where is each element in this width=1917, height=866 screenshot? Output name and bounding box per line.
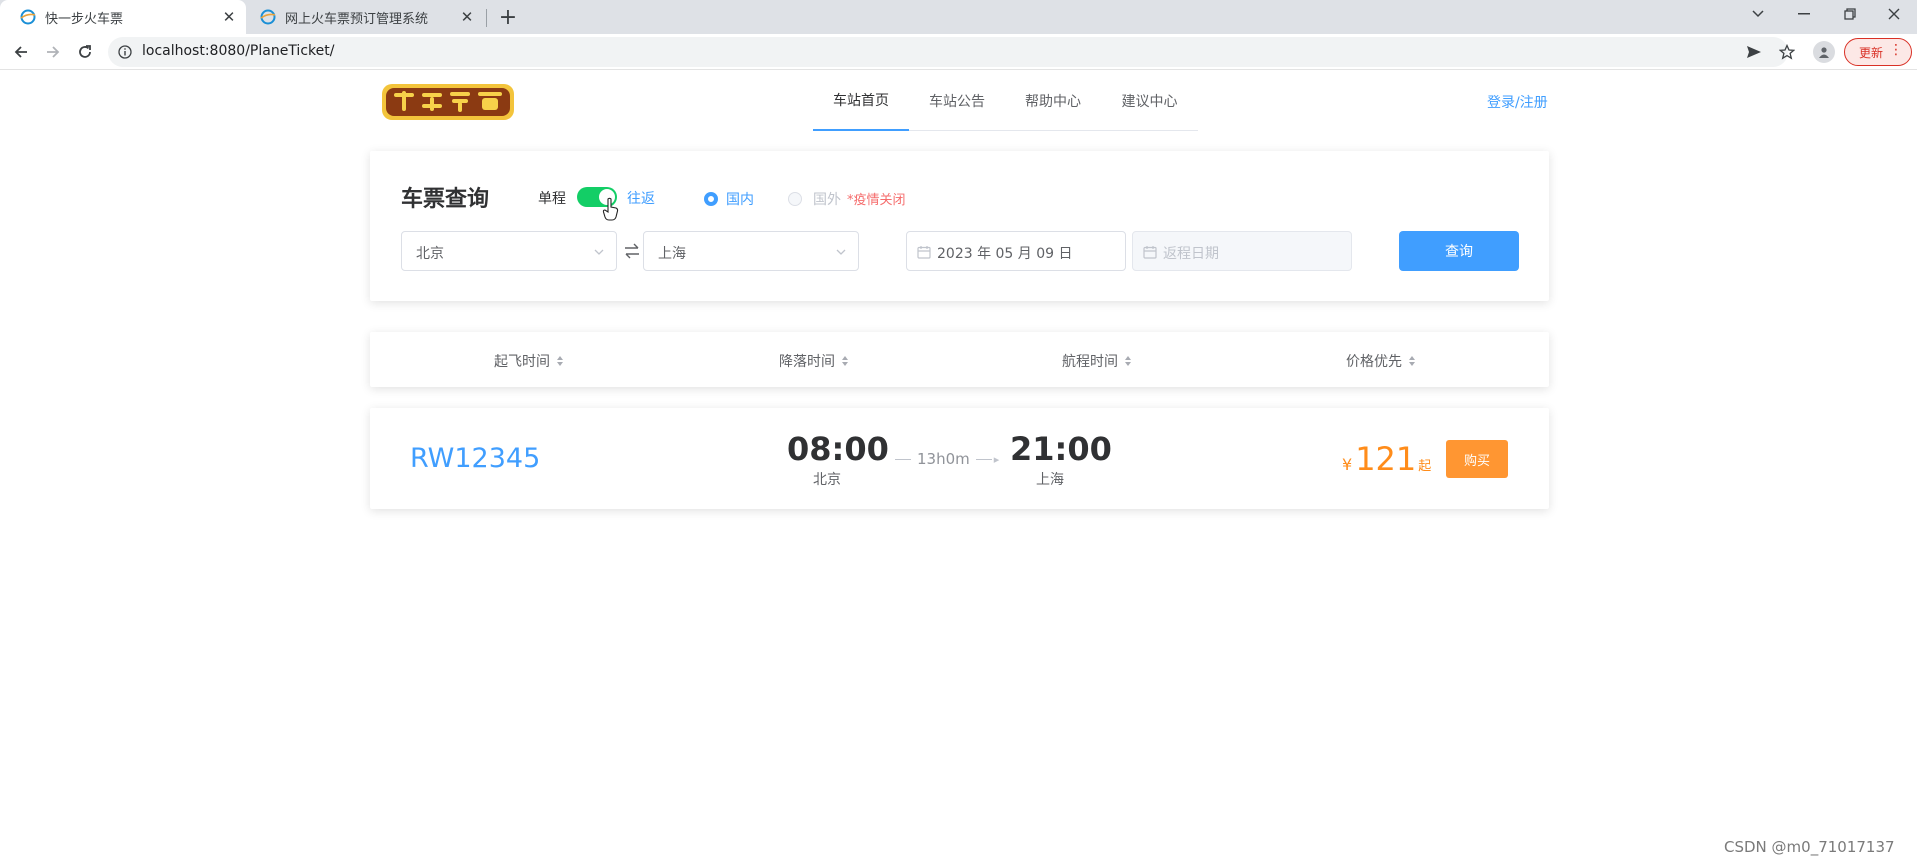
- csdn-watermark: CSDN @m0_71017137: [1724, 838, 1895, 856]
- browser-update-button[interactable]: 更新 ⋮: [1844, 38, 1912, 66]
- return-date-picker: 返程日期: [1132, 231, 1352, 271]
- calendar-icon: [917, 246, 931, 259]
- domestic-label[interactable]: 国内: [726, 189, 754, 209]
- return-date-placeholder: 返程日期: [1163, 246, 1219, 262]
- ticket-search-card: 车票查询 单程 往返 国内 国外 *疫情关闭 北京 上海 2023 年 05 月…: [370, 151, 1549, 301]
- nav-item-help[interactable]: 帮助中心: [1005, 70, 1101, 131]
- covid-closed-note: *疫情关闭: [847, 193, 906, 208]
- chevron-down-icon: [594, 249, 604, 255]
- train-ticket-logo[interactable]: [380, 80, 516, 124]
- sort-caret-icon: [1125, 356, 1131, 366]
- send-icon[interactable]: [1740, 38, 1768, 66]
- tab-search-chevron-icon[interactable]: [1736, 0, 1780, 28]
- minimize-icon[interactable]: [1782, 0, 1826, 28]
- sort-price[interactable]: 价格优先: [1346, 351, 1416, 371]
- login-register-link[interactable]: 登录/注册: [1487, 92, 1548, 112]
- domestic-radio[interactable]: [704, 192, 718, 206]
- browser-tabstrip: 快一步火车票 ✕ 网上火车票预订管理系统 ✕ +: [0, 0, 1917, 34]
- nav-item-notice[interactable]: 车站公告: [909, 70, 1005, 131]
- sort-caret-icon: [1409, 356, 1415, 366]
- update-label: 更新: [1859, 45, 1884, 60]
- sort-depart-time[interactable]: 起飞时间: [494, 351, 564, 371]
- international-radio: [788, 192, 802, 206]
- site-info-icon[interactable]: [118, 45, 132, 59]
- sort-price-label: 价格优先: [1346, 354, 1402, 370]
- ticket-price: ¥ 121 起: [1342, 440, 1431, 478]
- depart-station: 北京: [813, 472, 841, 488]
- reload-icon[interactable]: [71, 38, 99, 66]
- profile-avatar-icon[interactable]: [1813, 41, 1835, 63]
- ticket-result-row: RW12345 08:00 北京 13h0m ▸ 21:00 上海 ¥ 121 …: [370, 408, 1549, 509]
- browser-toolbar: localhost:8080/PlaneTicket/ 更新 ⋮: [0, 34, 1917, 70]
- site-header: 车站首页 车站公告 帮助中心 建议中心 登录/注册: [0, 70, 1917, 136]
- sort-duration[interactable]: 航程时间: [1062, 351, 1132, 371]
- search-title: 车票查询: [401, 187, 490, 212]
- arrive-time: 21:00: [1010, 430, 1112, 468]
- depart-date-picker[interactable]: 2023 年 05 月 09 日: [906, 231, 1126, 271]
- buy-button[interactable]: 购买: [1446, 440, 1508, 478]
- duration-line-right: [975, 458, 992, 460]
- travel-duration: 13h0m ▸: [889, 450, 999, 468]
- more-menu-icon[interactable]: ⋮: [1889, 42, 1903, 58]
- tab-title: 快一步火车票: [45, 11, 124, 27]
- nav-item-suggestion[interactable]: 建议中心: [1101, 70, 1198, 131]
- nav-item-home[interactable]: 车站首页: [813, 70, 909, 131]
- international-label: 国外: [813, 192, 841, 208]
- round-trip-label[interactable]: 往返: [627, 188, 655, 208]
- restore-icon[interactable]: [1828, 0, 1872, 28]
- main-nav: 车站首页 车站公告 帮助中心 建议中心: [813, 70, 1198, 131]
- close-tab-icon[interactable]: ✕: [456, 6, 478, 28]
- sort-arrive-label: 降落时间: [779, 354, 835, 370]
- ie-favicon-icon: [20, 9, 36, 25]
- browser-tab-active[interactable]: 快一步火车票 ✕: [0, 0, 246, 34]
- url-text: localhost:8080/PlaneTicket/: [142, 43, 335, 59]
- close-tab-icon[interactable]: ✕: [218, 6, 240, 28]
- depart-date-value: 2023 年 05 月 09 日: [937, 246, 1073, 262]
- to-station-select[interactable]: 上海: [643, 231, 859, 271]
- search-button[interactable]: 查询: [1399, 231, 1519, 271]
- hand-cursor-icon: [602, 197, 619, 221]
- browser-tab-inactive[interactable]: 网上火车票预订管理系统 ✕: [248, 0, 484, 34]
- from-station-select[interactable]: 北京: [401, 231, 617, 271]
- back-arrow-icon[interactable]: [7, 38, 35, 66]
- train-number[interactable]: RW12345: [410, 443, 540, 474]
- arrow-right-icon: ▸: [993, 452, 1000, 466]
- chevron-down-icon: [836, 249, 846, 255]
- sort-caret-icon: [842, 356, 848, 366]
- forward-arrow-icon[interactable]: [39, 38, 67, 66]
- calendar-icon: [1143, 246, 1157, 259]
- new-tab-icon[interactable]: +: [494, 5, 522, 30]
- sort-caret-icon: [557, 356, 563, 366]
- swap-stations-icon[interactable]: [623, 242, 641, 260]
- from-station-value: 北京: [416, 246, 444, 262]
- currency-symbol: ¥: [1342, 455, 1353, 474]
- duration-value: 13h0m: [917, 450, 970, 468]
- sort-depart-label: 起飞时间: [494, 354, 550, 370]
- one-way-label[interactable]: 单程: [538, 188, 566, 208]
- sort-arrive-time[interactable]: 降落时间: [779, 351, 849, 371]
- arrive-station: 上海: [1036, 472, 1064, 488]
- sort-duration-label: 航程时间: [1062, 354, 1118, 370]
- ie-favicon-icon: [260, 9, 276, 25]
- address-bar[interactable]: localhost:8080/PlaneTicket/: [108, 37, 1788, 67]
- duration-line-left: [895, 458, 911, 460]
- tab-divider: [486, 9, 487, 27]
- price-suffix: 起: [1418, 459, 1432, 474]
- sort-bar: 起飞时间 降落时间 航程时间 价格优先: [370, 332, 1549, 387]
- price-value: 121: [1355, 440, 1417, 478]
- close-window-icon[interactable]: [1872, 0, 1916, 28]
- bookmark-star-icon[interactable]: [1773, 38, 1801, 66]
- to-station-value: 上海: [658, 246, 686, 262]
- tab-title: 网上火车票预订管理系统: [285, 11, 429, 27]
- depart-time: 08:00: [787, 430, 889, 468]
